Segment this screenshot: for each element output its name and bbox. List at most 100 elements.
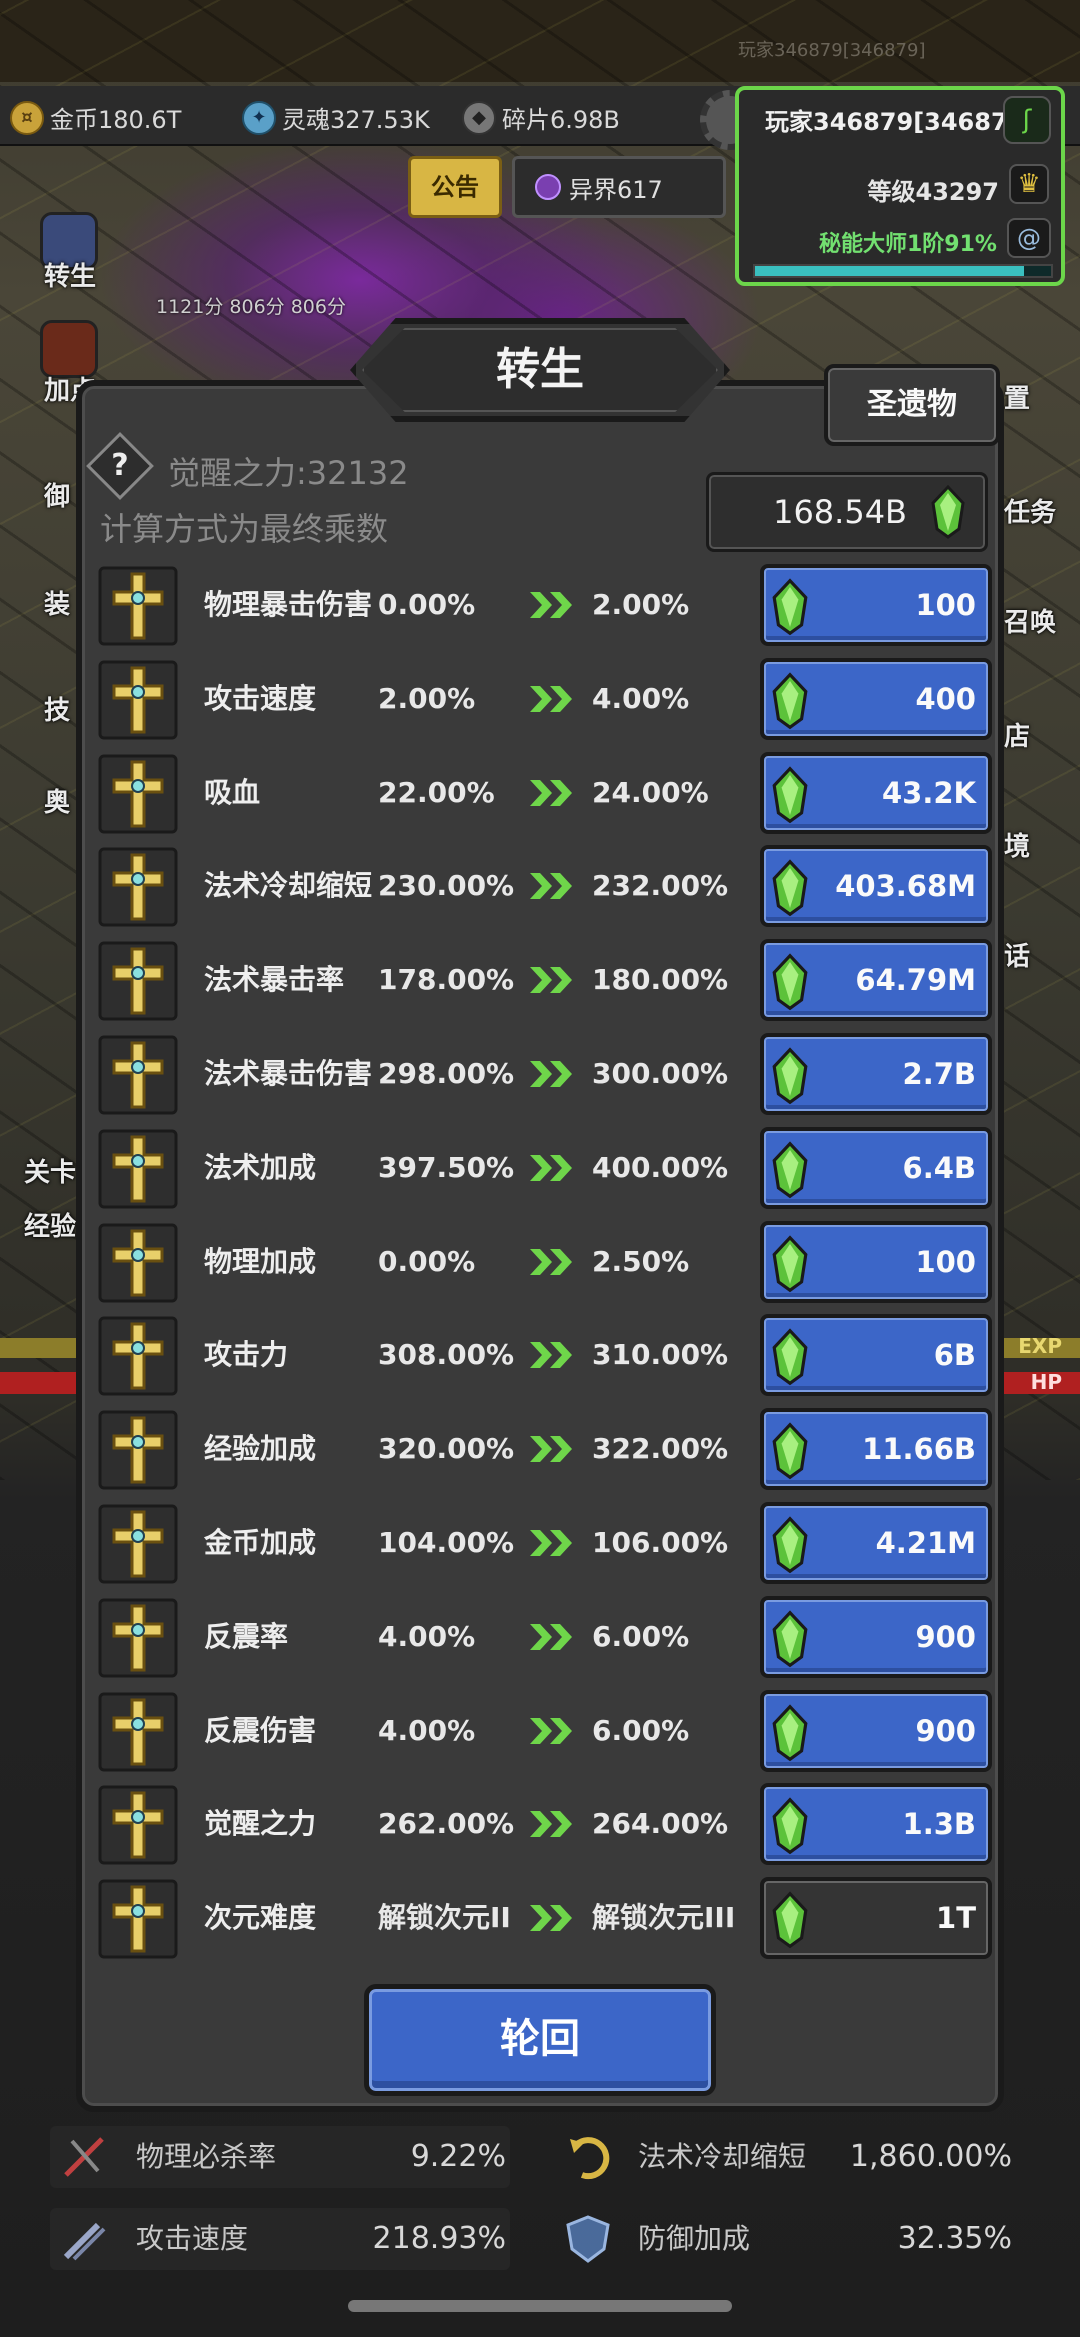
next-value: 310.00% (592, 1338, 729, 1372)
holy-cross-icon (98, 1692, 178, 1772)
double-arrow-icon (528, 1057, 578, 1091)
upgrade-cost-button[interactable]: 100 (760, 1220, 992, 1303)
swirl-icon: @ (1007, 218, 1051, 258)
side-dialog[interactable]: 话 (1004, 936, 1030, 973)
relic-button[interactable]: 圣遗物 (824, 364, 1000, 446)
upgrade-row: 法术加成 397.50% 400.00% 6.4B (96, 1123, 996, 1213)
realm-button[interactable]: 异界617 (512, 156, 726, 218)
holy-cross-icon (98, 1129, 178, 1209)
upgrade-name: 吸血 (204, 775, 261, 809)
green-gem-icon (770, 1516, 810, 1574)
stat-value: 218.93% (372, 2221, 506, 2256)
stat-label: 防御加成 (638, 2222, 751, 2255)
upgrade-cost-button[interactable]: 403.68M (760, 845, 992, 928)
upgrade-cost-button[interactable]: 900 (760, 1595, 992, 1678)
stat-crit-kill: 物理必杀率 9.22% (50, 2126, 510, 2188)
upgrade-cost-button[interactable]: 2.7B (760, 1033, 992, 1115)
green-gem-icon (770, 1610, 810, 1668)
upgrade-row: 反震率 4.00% 6.00% 900 (96, 1592, 996, 1682)
holy-cross-icon (98, 1879, 178, 1959)
currency-display: 168.54B (706, 472, 988, 552)
score-line: 1121分 806分 806分 (156, 296, 346, 318)
awaken-power-label: 觉醒之力:32132 (168, 454, 409, 492)
current-value: 解锁次元II (378, 1901, 511, 1935)
upgrade-cost-button[interactable]: 400 (760, 657, 992, 740)
side-item-6[interactable]: 奥 (44, 782, 70, 819)
announcement-button[interactable]: 公告 (408, 156, 502, 218)
upgrade-cost-button[interactable]: 6B (760, 1314, 992, 1397)
stat-label: 物理必杀率 (136, 2140, 277, 2173)
upgrade-row: 法术冷却缩短 230.00% 232.00% 403.68M (96, 841, 996, 931)
upgrade-cost-button[interactable]: 64.79M (760, 939, 992, 1022)
side-item-5[interactable]: 技 (44, 690, 70, 727)
cost-value: 2.7B (902, 1057, 976, 1091)
upgrade-cost-button[interactable]: 1.3B (760, 1783, 992, 1866)
class-emblem-icon: ʃ (1003, 96, 1051, 144)
upgrade-cost-button[interactable]: 900 (760, 1689, 992, 1772)
double-arrow-icon (528, 588, 578, 622)
green-gem-icon (770, 1047, 810, 1105)
shield-icon (562, 2213, 614, 2265)
holy-cross-icon (98, 941, 178, 1021)
next-value: 6.00% (592, 1619, 690, 1653)
upgrade-row: 法术暴击伤害 298.00% 300.00% 2.7B (96, 1029, 996, 1119)
upgrade-cost-button[interactable]: 11.66B (760, 1408, 992, 1491)
next-value: 400.00% (592, 1150, 729, 1184)
soul-icon: ✦ (242, 100, 276, 135)
green-gem-icon (929, 484, 967, 539)
currency-amount: 168.54B (773, 493, 907, 531)
stat-defense: 防御加成 32.35% (552, 2208, 1012, 2270)
green-gem-icon (770, 1422, 810, 1480)
holy-cross-icon (98, 1223, 178, 1303)
upgrade-cost-button[interactable]: 1T (760, 1877, 992, 1960)
cost-value: 1T (936, 1901, 976, 1936)
current-value: 230.00% (378, 869, 515, 903)
side-rebirth[interactable]: 转生 (44, 256, 96, 293)
holy-cross-icon (98, 660, 178, 740)
rebirth-button[interactable]: 轮回 (364, 1984, 716, 2096)
holy-cross-icon (98, 566, 178, 646)
stat-value: 9.22% (410, 2139, 506, 2174)
stat-value: 32.35% (897, 2221, 1012, 2256)
fragment-resource: ◆ 碎片6.98B (462, 100, 620, 135)
side-summon[interactable]: 召唤 (1004, 602, 1056, 639)
holy-cross-icon (98, 1785, 178, 1865)
stat-label: 攻击速度 (136, 2222, 249, 2255)
upgrade-cost-button[interactable]: 43.2K (760, 751, 992, 834)
holy-cross-icon (98, 1316, 178, 1396)
upgrade-name: 法术暴击伤害 (204, 1057, 373, 1090)
side-quests[interactable]: 任务 (1004, 492, 1056, 529)
crit-kill-icon (58, 2131, 110, 2183)
side-shop[interactable]: 店 (1004, 716, 1030, 753)
next-value: 232.00% (592, 869, 729, 903)
upgrade-cost-button[interactable]: 4.21M (760, 1502, 992, 1584)
cost-value: 11.66B (862, 1432, 976, 1467)
player-name: 玩家346879[346879] (765, 108, 1036, 136)
player-panel[interactable]: 玩家346879[346879] ʃ 等级43297 ♛ 秘能大师1阶91% @ (735, 86, 1065, 286)
green-gem-icon (770, 1891, 810, 1949)
crown-icon: ♛ (1009, 164, 1049, 204)
modal-title: 转生 (496, 344, 584, 395)
upgrade-cost-button[interactable]: 100 (760, 564, 992, 646)
side-item-4[interactable]: 装 (44, 584, 70, 621)
upgrade-cost-button[interactable]: 6.4B (760, 1126, 992, 1209)
side-item-3[interactable]: 御 (44, 476, 70, 513)
next-value: 2.50% (592, 1244, 690, 1278)
holy-cross-icon (98, 1035, 178, 1115)
current-value: 2.00% (378, 681, 476, 715)
side-realm[interactable]: 境 (1004, 826, 1030, 863)
upgrade-row: 觉醒之力 262.00% 264.00% 1.3B (96, 1779, 996, 1869)
cost-value: 900 (915, 1619, 976, 1654)
green-gem-icon (770, 953, 810, 1011)
side-settings[interactable]: 置 (1004, 378, 1030, 415)
current-value: 4.00% (378, 1713, 476, 1747)
stat-attack-speed: 攻击速度 218.93% (50, 2208, 510, 2270)
cost-value: 403.68M (835, 869, 976, 904)
double-arrow-icon (528, 1151, 578, 1185)
calc-note: 计算方式为最终乘数 (100, 510, 389, 548)
modal-title-plate: 转生 (340, 300, 740, 440)
upgrade-row: 次元难度 解锁次元II 解锁次元III 1T (96, 1873, 996, 1963)
side-exp: 经验 (24, 1212, 77, 1242)
cost-value: 1.3B (902, 1807, 976, 1842)
help-icon[interactable]: ? (96, 442, 144, 490)
